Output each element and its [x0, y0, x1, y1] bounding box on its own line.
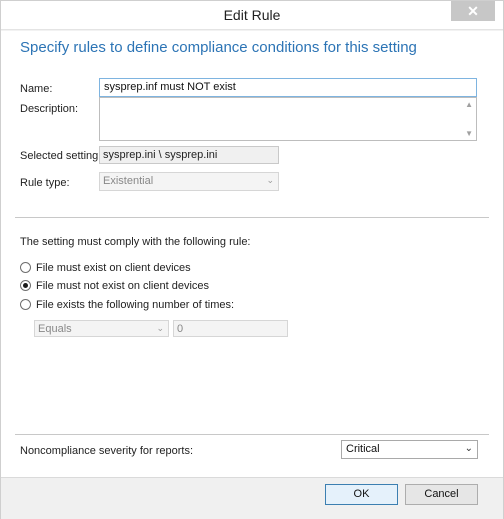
count-field: 0 [173, 320, 288, 337]
window-title: Edit Rule [223, 7, 281, 23]
chevron-down-icon: ⌄ [156, 323, 164, 333]
selected-setting-label: Selected setting: [20, 150, 102, 162]
cancel-button[interactable]: Cancel [405, 484, 478, 505]
dialog-footer: OK Cancel [1, 477, 503, 519]
radio-file-must-exist-label[interactable]: File must exist on client devices [36, 262, 191, 274]
radio-selected-dot [23, 283, 28, 288]
selected-setting-value: sysprep.ini \ sysprep.ini [99, 146, 279, 164]
description-field[interactable]: ▲ ▼ [99, 97, 477, 141]
chevron-down-icon: ⌄ [464, 443, 473, 454]
radio-file-must-not-exist-label[interactable]: File must not exist on client devices [36, 280, 209, 292]
rule-type-label: Rule type: [20, 177, 70, 189]
count-value: 0 [177, 323, 184, 335]
ok-button[interactable]: OK [325, 484, 398, 505]
severity-label: Noncompliance severity for reports: [20, 445, 194, 457]
name-field-value: sysprep.inf must NOT exist [104, 81, 236, 93]
close-button[interactable]: ✕ [451, 1, 495, 21]
name-field[interactable]: sysprep.inf must NOT exist [99, 78, 477, 97]
close-icon: ✕ [467, 3, 479, 19]
operator-dropdown: Equals ⌄ [34, 320, 169, 337]
radio-file-must-exist[interactable] [20, 262, 31, 273]
radio-file-must-not-exist[interactable] [20, 280, 31, 291]
radio-file-exists-count[interactable] [20, 299, 31, 310]
description-label: Description: [20, 103, 79, 115]
radio-file-exists-count-label[interactable]: File exists the following number of time… [36, 299, 234, 311]
rule-type-value: Existential [103, 175, 154, 187]
dialog-header: Specify rules to define compliance condi… [20, 39, 417, 56]
title-bar: Edit Rule ✕ [1, 1, 503, 30]
rule-type-dropdown: Existential ⌄ [99, 172, 279, 191]
operator-value: Equals [38, 323, 72, 335]
edit-rule-dialog: Edit Rule ✕ Specify rules to define comp… [0, 0, 504, 519]
divider [15, 434, 489, 435]
rule-heading: The setting must comply with the followi… [20, 236, 251, 248]
severity-value: Critical [346, 443, 380, 455]
scroll-up-icon[interactable]: ▲ [465, 100, 473, 109]
chevron-down-icon: ⌄ [266, 175, 274, 185]
divider [15, 217, 489, 218]
severity-dropdown[interactable]: Critical ⌄ [341, 440, 478, 459]
scroll-down-icon[interactable]: ▼ [465, 129, 473, 138]
name-label: Name: [20, 83, 53, 95]
content-panel: Name: sysprep.inf must NOT exist Descrip… [1, 67, 503, 477]
